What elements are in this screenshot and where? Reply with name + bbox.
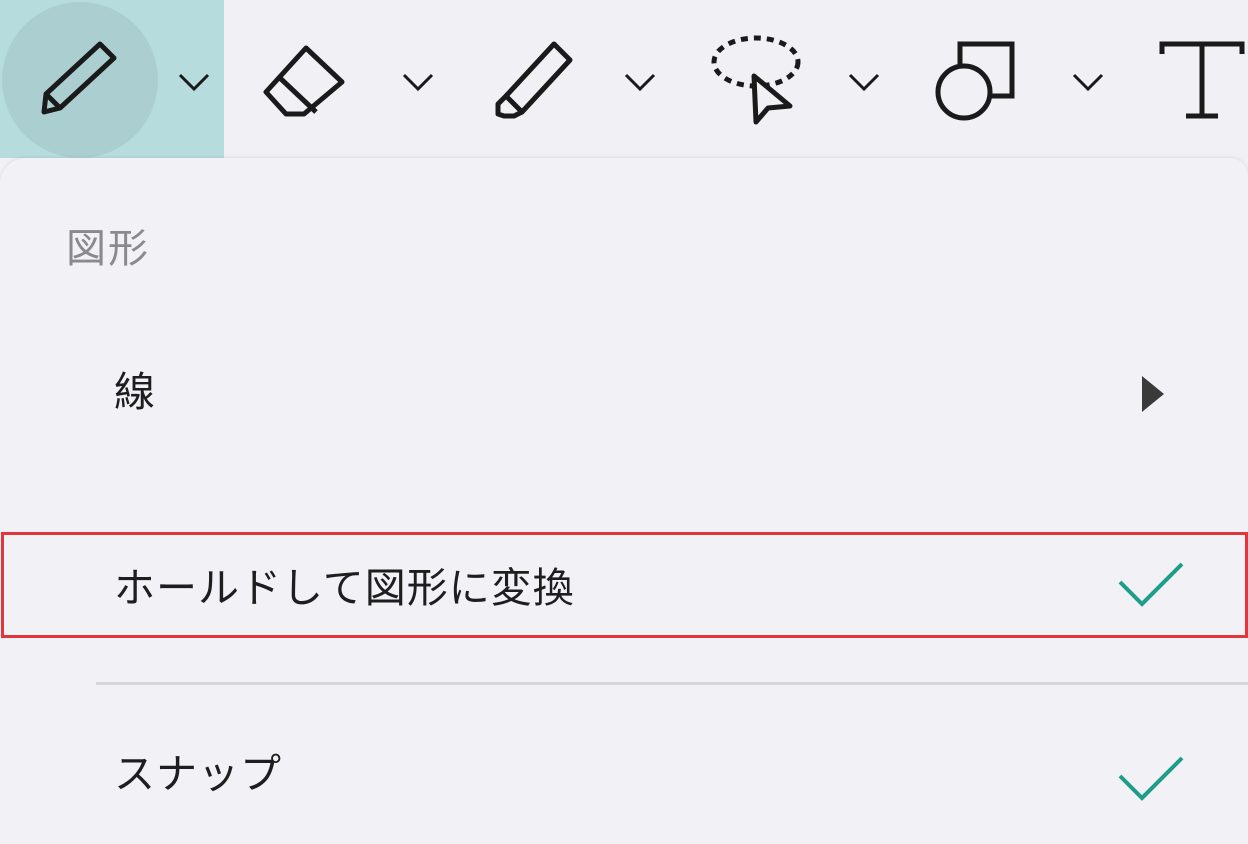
checkmark-icon[interactable] <box>1116 754 1186 804</box>
text-tool-group <box>1120 0 1248 158</box>
menu-item-snap[interactable]: スナップ <box>114 740 282 800</box>
eraser-icon[interactable] <box>250 30 360 130</box>
menu-divider <box>96 682 1248 685</box>
lasso-chevron-down-icon[interactable] <box>844 62 884 102</box>
highlighter-chevron-down-icon[interactable] <box>620 62 660 102</box>
pen-tool-group <box>0 0 224 158</box>
menu-item-line[interactable]: 線 <box>114 358 156 418</box>
lasso-tool-group <box>672 0 896 158</box>
pencil-icon[interactable] <box>26 30 136 130</box>
highlighter-tool-group <box>448 0 672 158</box>
highlighter-icon[interactable] <box>482 30 592 130</box>
pen-chevron-down-icon[interactable] <box>174 62 214 102</box>
shapes-chevron-down-icon[interactable] <box>1068 62 1108 102</box>
shapes-tool-group <box>896 0 1120 158</box>
text-icon[interactable] <box>1142 30 1248 130</box>
shapes-icon[interactable] <box>930 30 1040 130</box>
app-window: 図形 線 ホールドして図形に変換 スナップ <box>0 0 1248 844</box>
eraser-tool-group <box>224 0 448 158</box>
submenu-arrow-icon[interactable] <box>1140 374 1166 414</box>
pen-options-menu: 図形 線 ホールドして図形に変換 スナップ <box>0 158 1248 844</box>
section-header-shapes: 図形 <box>66 226 150 272</box>
drawing-toolbar <box>0 0 1248 158</box>
eraser-chevron-down-icon[interactable] <box>398 62 438 102</box>
lasso-select-icon[interactable] <box>706 30 816 130</box>
annotation-highlight-box <box>1 532 1248 638</box>
